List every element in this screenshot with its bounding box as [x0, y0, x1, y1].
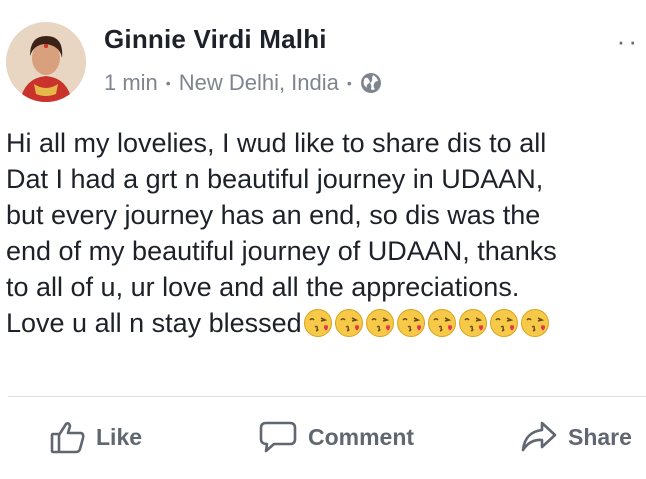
- kissing-face-heart-emoji: [334, 308, 364, 338]
- share-arrow-icon: [520, 420, 558, 454]
- more-options-icon[interactable]: ··: [617, 26, 640, 57]
- emoji-row: [303, 308, 551, 347]
- post-text-line: Hi all my lovelies, I wud like to share …: [6, 128, 547, 158]
- kissing-face-heart-emoji: [396, 308, 426, 338]
- post-text: Hi all my lovelies, I wud like to share …: [6, 125, 642, 347]
- post-meta: 1 min • New Delhi, India •: [104, 70, 382, 96]
- thumbs-up-icon: [50, 420, 86, 454]
- kissing-face-heart-emoji: [458, 308, 488, 338]
- post-text-line-last: Love u all n stay blessed: [6, 305, 642, 347]
- kissing-face-heart-emoji: [489, 308, 519, 338]
- post-text-line: Love u all n stay blessed: [6, 308, 302, 338]
- kissing-face-heart-emoji: [303, 308, 333, 338]
- action-bar: Like Comment Share: [0, 412, 646, 468]
- avatar[interactable]: [6, 22, 86, 102]
- post-header: Ginnie Virdi Malhi 1 min • New Delhi, In…: [0, 0, 646, 110]
- kissing-face-heart-emoji: [427, 308, 457, 338]
- post-time[interactable]: 1 min: [104, 70, 158, 96]
- comment-button[interactable]: Comment: [258, 420, 414, 454]
- post-text-line: end of my beautiful journey of UDAAN, th…: [6, 236, 557, 266]
- speech-bubble-icon: [258, 420, 298, 454]
- post-text-line: Dat I had a grt n beautiful journey in U…: [6, 164, 544, 194]
- meta-separator: •: [165, 75, 171, 91]
- like-button[interactable]: Like: [50, 420, 142, 454]
- share-button[interactable]: Share: [520, 420, 632, 454]
- divider: [8, 396, 646, 397]
- kissing-face-heart-emoji: [365, 308, 395, 338]
- globe-icon[interactable]: [360, 72, 382, 94]
- author-name[interactable]: Ginnie Virdi Malhi: [104, 24, 327, 55]
- post-location[interactable]: New Delhi, India: [179, 70, 339, 96]
- post-text-line: but every journey has an end, so dis was…: [6, 200, 541, 230]
- meta-separator: •: [346, 75, 352, 91]
- share-label: Share: [568, 423, 632, 450]
- kissing-face-heart-emoji: [520, 308, 550, 338]
- comment-label: Comment: [308, 423, 415, 450]
- post-text-line: to all of u, ur love and all the appreci…: [6, 272, 520, 302]
- like-label: Like: [96, 423, 143, 450]
